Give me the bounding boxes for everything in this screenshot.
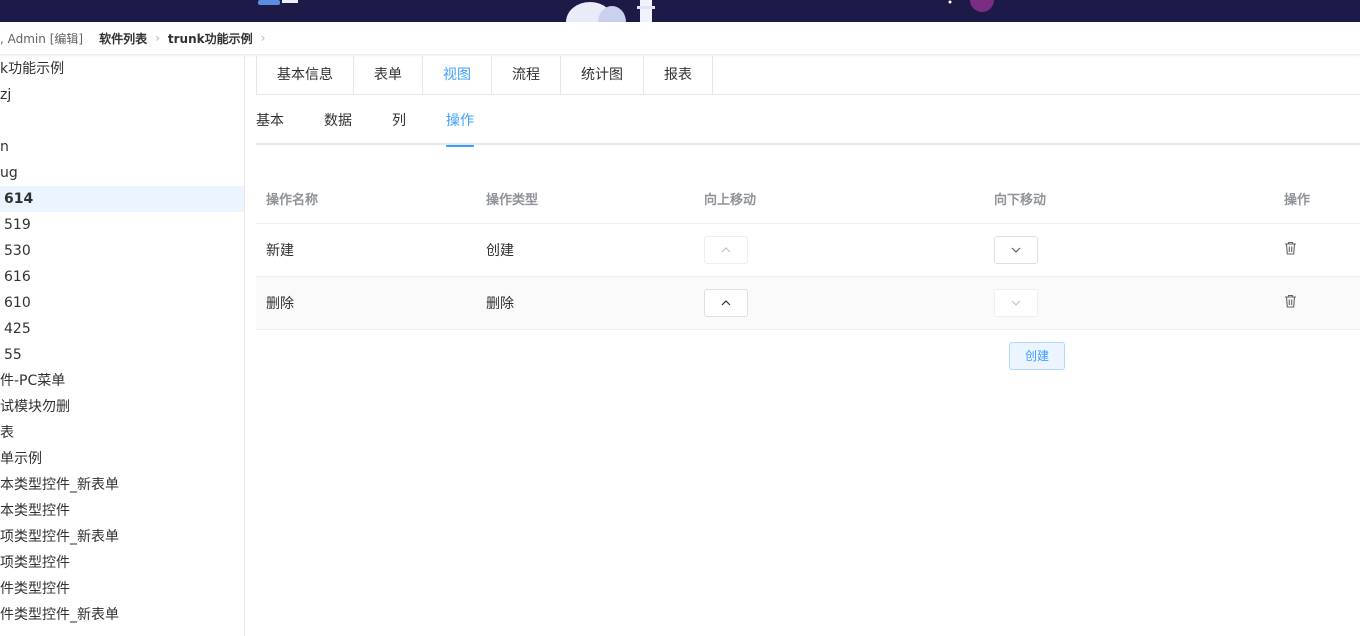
tab-report[interactable]: 报表 [644, 56, 713, 94]
sidebar-item[interactable]: 610 [0, 290, 244, 316]
column-header-move-up: 向上移动 [704, 193, 757, 208]
move-down-button[interactable] [994, 289, 1038, 317]
chevron-right-icon: › [260, 31, 266, 45]
sidebar-item[interactable]: 表 [0, 420, 244, 446]
sidebar-item[interactable]: k功能示例 [0, 56, 244, 82]
sidebar-item[interactable]: 单示例 [0, 446, 244, 472]
tab-process[interactable]: 流程 [492, 56, 561, 94]
sidebar-item[interactable]: 试模块勿删 [0, 394, 244, 420]
breadcrumb-item-current[interactable]: trunk功能示例 [168, 30, 253, 47]
tab-bar: 基本信息 表单 视图 流程 统计图 报表 [256, 56, 1360, 95]
operation-name: 删除 [266, 296, 294, 312]
operation-type: 创建 [486, 243, 514, 259]
tab-statistics-chart[interactable]: 统计图 [561, 56, 644, 94]
sidebar-item[interactable]: n [0, 134, 244, 160]
column-header-actions: 操作 [1284, 193, 1311, 208]
move-up-button[interactable] [704, 236, 748, 264]
chevron-down-icon [1011, 300, 1021, 306]
table-header: 操作名称 操作类型 向上移动 向下移动 操作 [256, 174, 1360, 224]
tab-form[interactable]: 表单 [354, 56, 423, 94]
subtab-operations[interactable]: 操作 [446, 95, 474, 147]
tab-view[interactable]: 视图 [423, 56, 492, 94]
sidebar-item[interactable]: 件类型控件 [0, 576, 244, 602]
subtab-bar: 基本 数据 列 操作 [256, 95, 1360, 147]
sidebar-item[interactable]: 项类型控件_新表单 [0, 524, 244, 550]
operations-table: 操作名称 操作类型 向上移动 向下移动 操作 新建 创建 删除 删除 [256, 174, 1360, 330]
sidebar-item[interactable]: 件类型控件_新表单 [0, 602, 244, 628]
sidebar-item[interactable]: ug [0, 160, 244, 186]
chevron-down-icon [1011, 247, 1021, 253]
column-header-type: 操作类型 [486, 193, 539, 208]
user-info[interactable]: , Admin [编辑] [0, 30, 83, 47]
move-down-button[interactable] [994, 236, 1038, 264]
sidebar-item[interactable] [0, 108, 244, 134]
actions-cell [1274, 241, 1360, 259]
sidebar-item[interactable]: 本类型控件 [0, 498, 244, 524]
actions-cell [1274, 294, 1360, 312]
main-content: 基本信息 表单 视图 流程 统计图 报表 基本 数据 列 操作 操作名称 操作类… [256, 56, 1360, 636]
subtab-data[interactable]: 数据 [324, 95, 352, 145]
sidebar-item[interactable]: 件-PC菜单 [0, 368, 244, 394]
delete-icon[interactable] [1284, 294, 1297, 312]
sidebar-item[interactable]: 425 [0, 316, 244, 342]
column-header-move-down: 向下移动 [994, 193, 1047, 208]
operation-name: 新建 [266, 243, 294, 259]
sidebar-item[interactable]: 519 [0, 212, 244, 238]
move-down-cell [984, 289, 1274, 317]
create-button[interactable]: 创建 [1009, 342, 1065, 370]
operation-type: 删除 [486, 296, 514, 312]
top-banner [0, 0, 1360, 22]
sidebar-item-active[interactable]: 614 [0, 186, 244, 212]
breadcrumb-item-software-list[interactable]: 软件列表 [99, 30, 147, 47]
chevron-right-icon: › [155, 31, 160, 45]
chevron-up-icon [721, 300, 731, 306]
column-header-name: 操作名称 [266, 193, 319, 208]
sidebar-item[interactable]: 55 [0, 342, 244, 368]
sidebar-item[interactable]: zj [0, 82, 244, 108]
table-row: 新建 创建 [256, 224, 1360, 277]
banner-illustration [258, 0, 994, 22]
tab-basic-info[interactable]: 基本信息 [257, 56, 354, 94]
move-up-button[interactable] [704, 289, 748, 317]
sidebar-item[interactable]: 项类型控件 [0, 550, 244, 576]
sidebar-item[interactable]: 616 [0, 264, 244, 290]
chevron-up-icon [721, 247, 731, 253]
delete-icon[interactable] [1284, 241, 1297, 259]
move-down-cell [984, 236, 1274, 264]
subtab-basic[interactable]: 基本 [256, 95, 284, 145]
subtab-columns[interactable]: 列 [392, 95, 406, 145]
move-up-cell [694, 289, 984, 317]
table-row: 删除 删除 [256, 277, 1360, 330]
sidebar: k功能示例 zj n ug 614 519 530 616 610 425 55… [0, 56, 245, 636]
sidebar-item[interactable]: 530 [0, 238, 244, 264]
move-up-cell [694, 236, 984, 264]
breadcrumb: , Admin [编辑] 软件列表 › trunk功能示例 › [0, 22, 1360, 55]
sidebar-item[interactable]: 本类型控件_新表单 [0, 472, 244, 498]
